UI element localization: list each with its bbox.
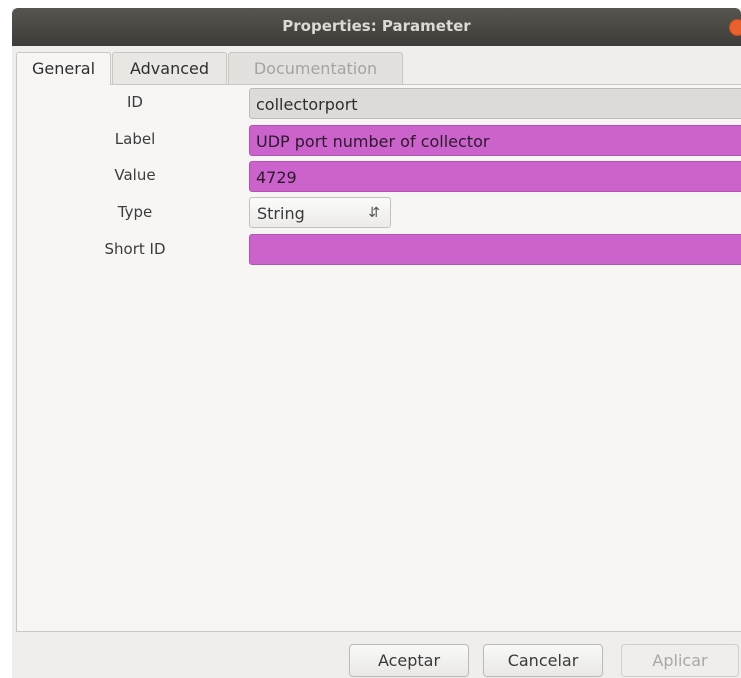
updown-icon: ⇵ [368, 205, 380, 221]
short-id-label: Short ID [104, 240, 166, 258]
tab-general[interactable]: General [16, 52, 111, 85]
label-field[interactable]: UDP port number of collector [249, 125, 741, 156]
close-icon[interactable] [729, 19, 741, 36]
window-title: Properties: Parameter [282, 17, 471, 35]
value-label: Value [114, 166, 156, 184]
tab-advanced[interactable]: Advanced [112, 52, 227, 84]
label-label: Label [114, 130, 156, 148]
value-field[interactable]: 4729 [249, 161, 741, 192]
id-label: ID [127, 93, 143, 111]
cancel-button[interactable]: Cancelar [483, 644, 603, 677]
id-field[interactable]: collectorport [249, 88, 741, 119]
type-label: Type [117, 203, 153, 221]
general-panel: ID collectorport Label UDP port number o… [16, 84, 741, 632]
type-select-value: String [257, 204, 305, 223]
short-id-field[interactable] [249, 234, 741, 265]
title-bar[interactable]: Properties: Parameter [12, 8, 741, 46]
accept-button[interactable]: Aceptar [349, 644, 469, 677]
apply-button: Aplicar [621, 644, 739, 677]
tab-documentation: Documentation [228, 52, 403, 84]
type-select[interactable]: String ⇵ [249, 197, 391, 228]
properties-dialog: Properties: Parameter General Advanced D… [12, 8, 741, 678]
